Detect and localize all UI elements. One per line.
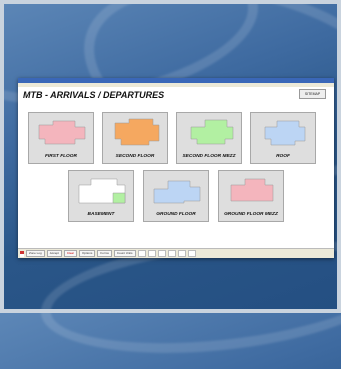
status-field — [177, 250, 186, 257]
sitemap-button[interactable]: SITEMAP — [299, 89, 326, 99]
floor-label: SECOND FLOOR — [115, 154, 155, 159]
floor-plan-icon — [153, 180, 201, 204]
floor-label: GROUND FLOOR MEZZ — [224, 212, 278, 217]
floor-tile-ground-floor[interactable]: GROUND FLOOR — [143, 170, 209, 222]
status-field — [167, 250, 176, 257]
floor-plan-icon — [264, 120, 306, 146]
status-field — [147, 250, 156, 257]
floor-label: FIRST FLOOR — [45, 154, 77, 159]
floor-tile-roof[interactable]: ROOF — [250, 112, 316, 164]
floor-tile-first-floor[interactable]: FIRST FLOOR — [28, 112, 94, 164]
floor-tile-ground-floor-mezz[interactable]: GROUND FLOOR MEZZ — [218, 170, 284, 222]
floor-plan-icon — [38, 120, 86, 145]
app-logo — [20, 250, 24, 257]
options-button[interactable]: Options — [79, 250, 96, 257]
accept-button[interactable]: Accept — [46, 250, 62, 257]
floor-plan-icon — [190, 119, 234, 145]
status-field — [187, 250, 196, 257]
floor-label: BASEMENT — [87, 212, 115, 217]
floor-label: SECOND FLOOR MEZZ — [182, 154, 236, 159]
floor-tile-second-floor[interactable]: SECOND FLOOR — [102, 112, 168, 164]
status-field — [137, 250, 146, 257]
floor-plan-icon — [114, 118, 160, 146]
floor-tile-basement[interactable]: BASEMENT — [68, 170, 134, 222]
status-bar: Zone Log Accept Clear Options Forms Coun… — [18, 248, 334, 258]
menubar — [18, 83, 334, 87]
floor-tile-second-floor-mezz[interactable]: SECOND FLOOR MEZZ — [176, 112, 242, 164]
zone-log-button[interactable]: Zone Log — [26, 250, 45, 257]
floor-plan-icon — [230, 178, 274, 202]
application-window: MTB - ARRIVALS / DEPARTURES SITEMAP FIRS… — [18, 78, 334, 258]
floor-label: GROUND FLOOR — [156, 212, 196, 217]
floor-plan-icon — [78, 178, 126, 204]
forms-button[interactable]: Forms — [97, 250, 112, 257]
count-units-button[interactable]: Count Units — [113, 250, 136, 257]
clear-button[interactable]: Clear — [63, 250, 78, 257]
page-title: MTB - ARRIVALS / DEPARTURES — [23, 90, 165, 100]
floor-label: ROOF — [276, 154, 290, 159]
status-field — [157, 250, 166, 257]
